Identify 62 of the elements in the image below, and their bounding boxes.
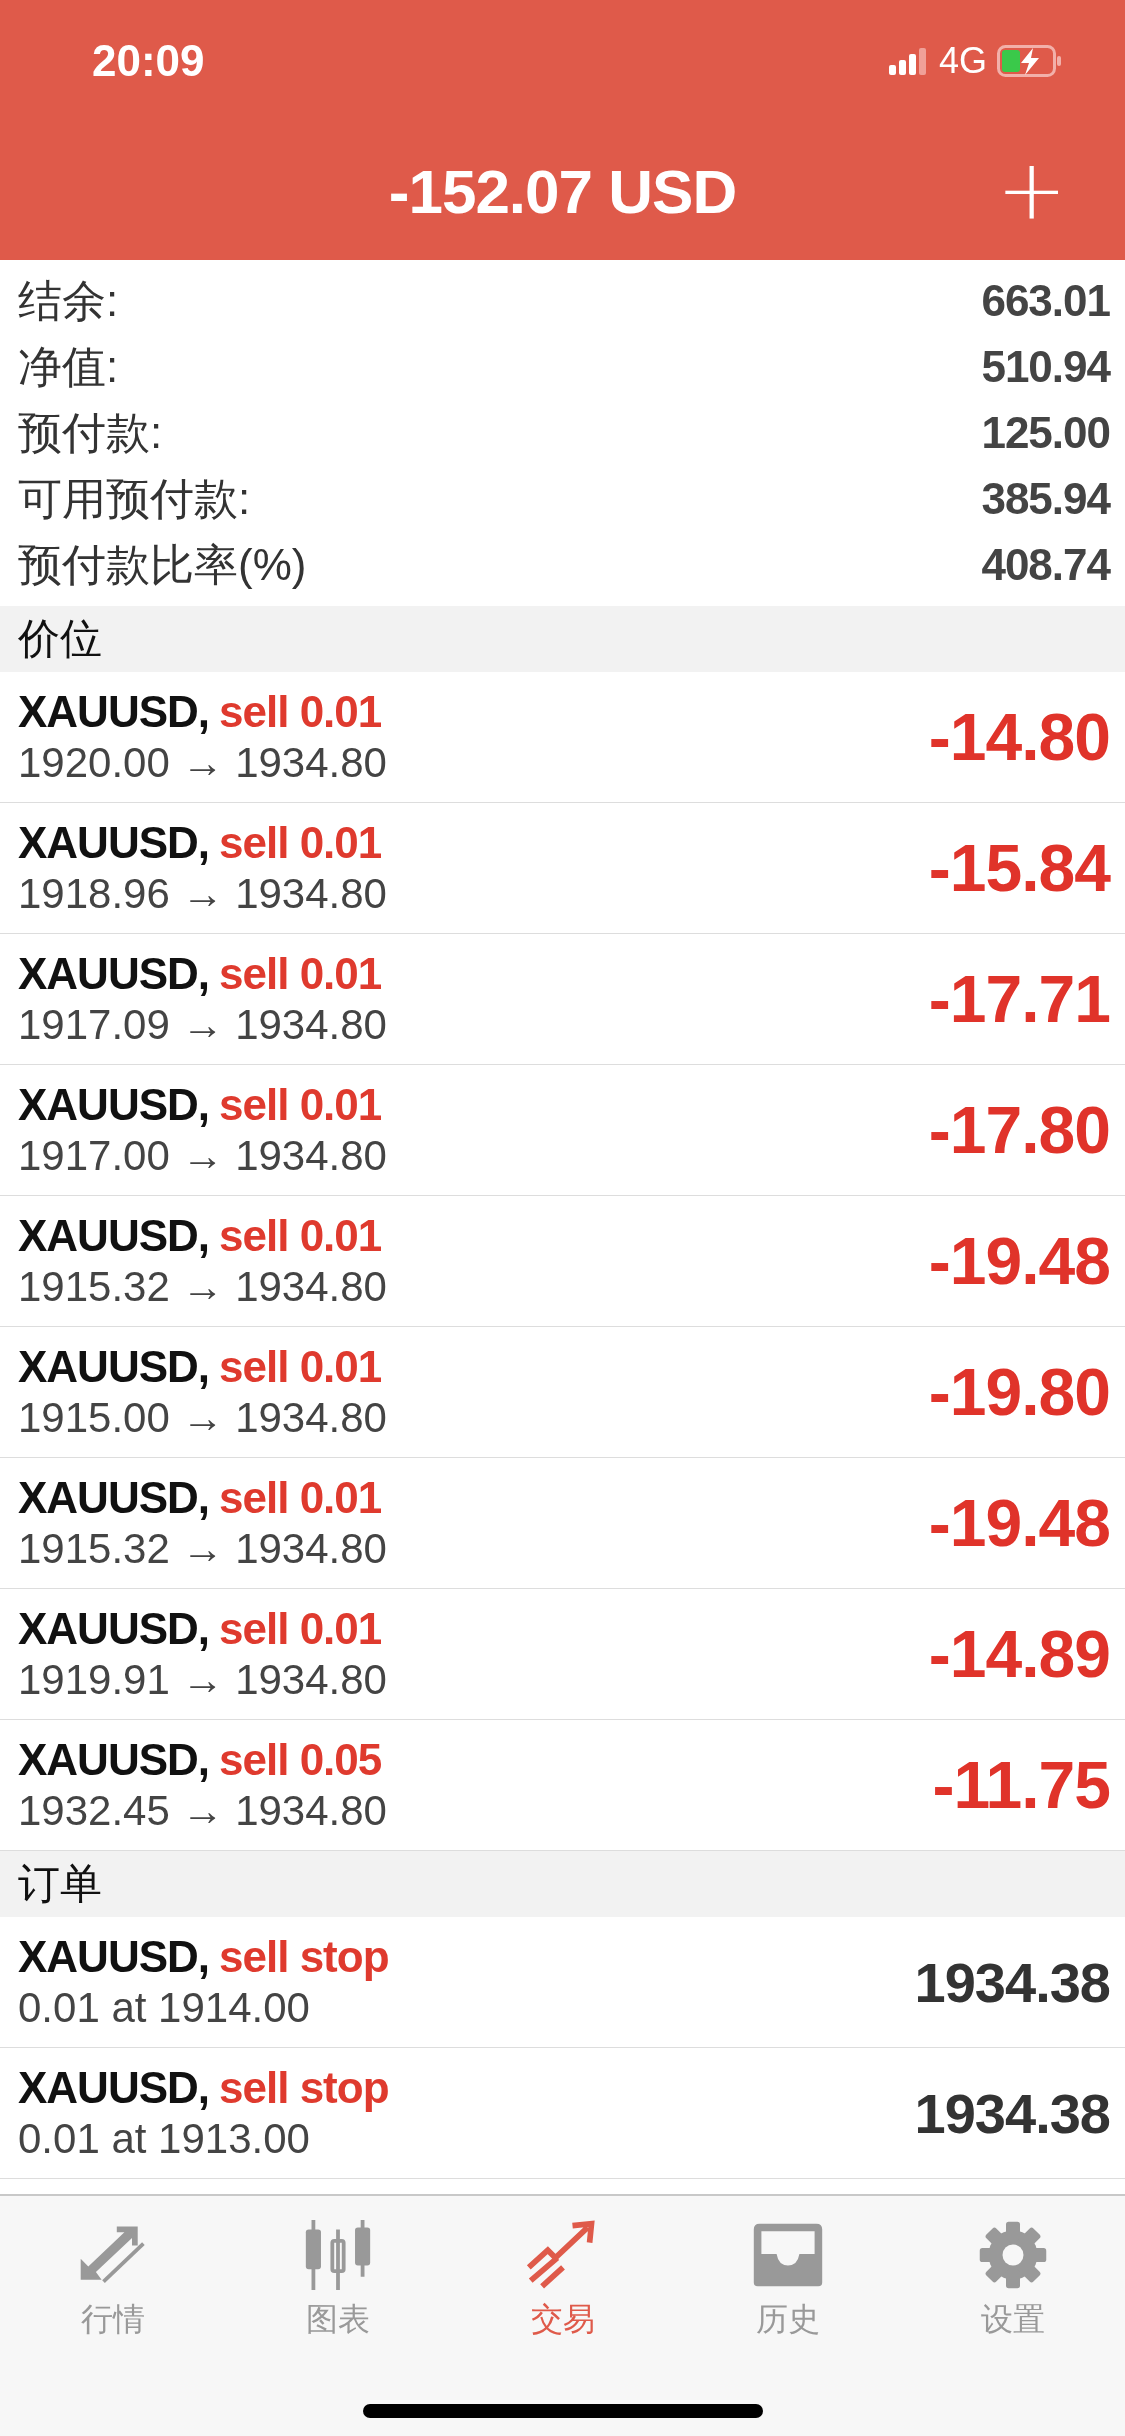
- profit-value: -14.89: [928, 1616, 1110, 1692]
- trade-side: sell 0.01: [219, 1604, 382, 1654]
- status-time: 20:09: [92, 36, 205, 86]
- summary-label: 可用预付款:: [18, 472, 251, 525]
- profit-value: -17.80: [928, 1092, 1110, 1168]
- add-button[interactable]: +: [988, 150, 1075, 230]
- price-range: 1915.00 → 1934.80: [18, 1394, 387, 1442]
- trade-side: sell 0.01: [219, 949, 382, 999]
- price-range: 1932.45 → 1934.80: [18, 1787, 387, 1835]
- profit-value: -15.84: [928, 830, 1110, 906]
- profit-value: -19.80: [928, 1354, 1110, 1430]
- symbol-label: XAUUSD,: [18, 687, 210, 737]
- trade-side: sell 0.05: [219, 1735, 382, 1785]
- order-detail: 0.01 at 1914.00: [18, 1984, 311, 2032]
- summary-value: 408.74: [981, 540, 1110, 590]
- symbol-label: XAUUSD,: [18, 1211, 210, 1261]
- trade-side: sell stop: [219, 1932, 389, 1982]
- symbol-label: XAUUSD,: [18, 1735, 210, 1785]
- symbol-label: XAUUSD,: [18, 1473, 210, 1523]
- price-range: 1915.32 → 1934.80: [18, 1263, 387, 1311]
- trade-side: sell 0.01: [219, 1342, 382, 1392]
- profit-value: -19.48: [928, 1223, 1110, 1299]
- section-header: 价位: [0, 606, 1125, 672]
- summary-value: 663.01: [981, 276, 1110, 326]
- symbol-label: XAUUSD,: [18, 818, 210, 868]
- symbol-label: XAUUSD,: [18, 1080, 210, 1130]
- section-header: 订单: [0, 1851, 1125, 1917]
- trade-side: sell 0.01: [219, 687, 382, 737]
- symbol-label: XAUUSD,: [18, 2063, 210, 2113]
- symbol-label: XAUUSD,: [18, 949, 210, 999]
- signal-icon: [888, 47, 929, 75]
- price-range: 1919.91 → 1934.80: [18, 1656, 387, 1704]
- summary-label: 净值:: [18, 340, 119, 393]
- symbol-label: XAUUSD,: [18, 1342, 210, 1392]
- trade-side: sell 0.01: [219, 1080, 382, 1130]
- price-range: 1920.00 → 1934.80: [18, 739, 387, 787]
- trade-side: sell 0.01: [219, 1473, 382, 1523]
- trade-side: sell 0.01: [219, 1211, 382, 1261]
- order-detail: 0.01 at 1913.00: [18, 2115, 311, 2163]
- profit-value: -19.48: [928, 1485, 1110, 1561]
- battery-charging-icon: [997, 45, 1063, 77]
- summary-label: 预付款:: [18, 406, 163, 459]
- summary-label: 预付款比率(%): [18, 538, 307, 591]
- profit-value: -17.71: [928, 961, 1110, 1037]
- price-range: 1917.09 → 1934.80: [18, 1001, 387, 1049]
- summary-value: 385.94: [981, 474, 1110, 524]
- symbol-label: XAUUSD,: [18, 1604, 210, 1654]
- price-range: 1918.96 → 1934.80: [18, 870, 387, 918]
- summary-value: 125.00: [981, 408, 1110, 458]
- order-price: 1934.38: [914, 1949, 1110, 2015]
- symbol-label: XAUUSD,: [18, 1932, 210, 1982]
- balance-title: -152.07 USD: [388, 155, 737, 227]
- trade-side: sell 0.01: [219, 818, 382, 868]
- price-range: 1917.00 → 1934.80: [18, 1132, 387, 1180]
- summary-label: 结余:: [18, 274, 119, 327]
- profit-value: -14.80: [928, 699, 1110, 775]
- network-type: 4G: [938, 40, 987, 82]
- profit-value: -11.75: [932, 1747, 1110, 1823]
- trade-side: sell stop: [219, 2063, 389, 2113]
- price-range: 1915.32 → 1934.80: [18, 1525, 387, 1573]
- order-price: 1934.38: [914, 2080, 1110, 2146]
- summary-value: 510.94: [981, 342, 1110, 392]
